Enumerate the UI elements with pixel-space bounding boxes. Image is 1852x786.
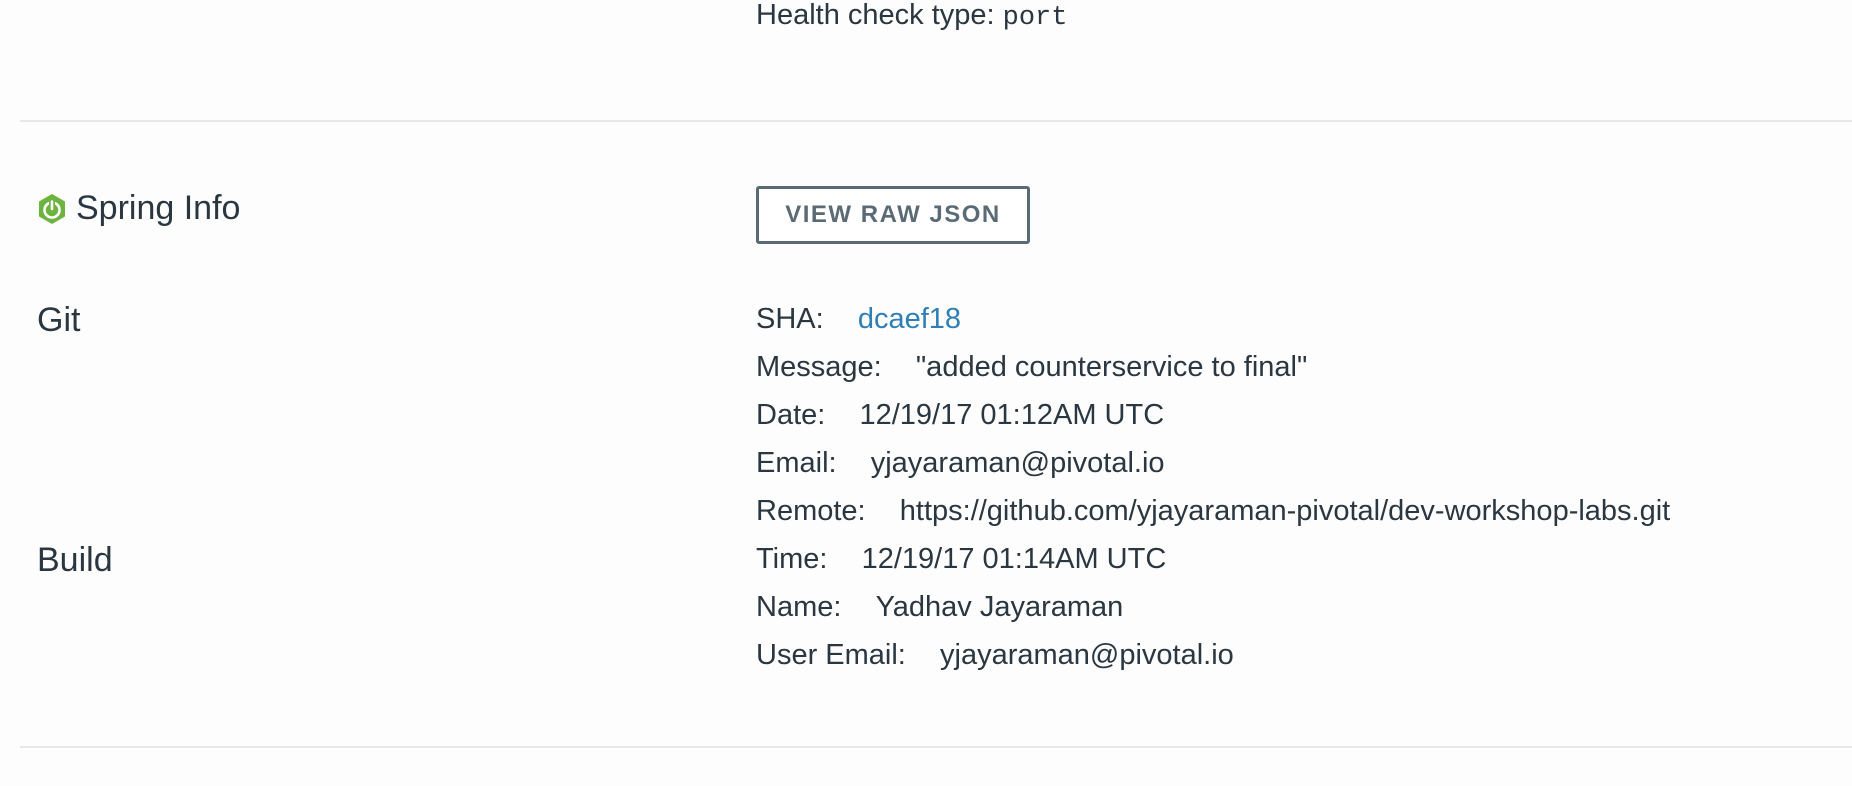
build-name-row: Name: Yadhav Jayaraman <box>756 589 1123 625</box>
git-sha-row: SHA: dcaef18 <box>756 301 961 337</box>
git-remote-value: https://github.com/yjayaraman-pivotal/de… <box>899 495 1671 527</box>
health-check-label: Health check type: <box>756 0 995 31</box>
git-email-value: yjayaraman@pivotal.io <box>870 447 1165 479</box>
health-check-value: port <box>1002 3 1068 33</box>
build-user-email-value: yjayaraman@pivotal.io <box>940 639 1234 671</box>
git-remote-row: Remote: https://github.com/yjayaraman-pi… <box>756 493 1670 529</box>
spring-power-icon <box>39 194 65 224</box>
section-divider-bottom <box>20 746 1852 748</box>
build-time-row: Time: 12/19/17 01:14AM UTC <box>756 541 1166 577</box>
git-sha-label: SHA: <box>756 303 824 335</box>
git-message-label: Message: <box>756 351 882 383</box>
section-divider-top <box>20 120 1852 122</box>
spring-info-title: Spring Info <box>76 189 241 227</box>
build-time-label: Time: <box>756 543 828 575</box>
build-user-email-row: User Email: yjayaraman@pivotal.io <box>756 637 1234 673</box>
build-time-value: 12/19/17 01:14AM UTC <box>861 543 1167 575</box>
git-email-label: Email: <box>756 447 837 479</box>
git-section-title: Git <box>37 301 81 339</box>
git-remote-label: Remote: <box>756 495 866 527</box>
build-name-label: Name: <box>756 591 842 623</box>
build-user-email-label: User Email: <box>756 639 906 671</box>
git-email-row: Email: yjayaraman@pivotal.io <box>756 445 1165 481</box>
git-message-value: "added counterservice to final" <box>915 351 1308 383</box>
build-name-value: Yadhav Jayaraman <box>875 591 1124 623</box>
git-sha-link[interactable]: dcaef18 <box>858 303 961 335</box>
git-date-row: Date: 12/19/17 01:12AM UTC <box>756 397 1164 433</box>
git-message-row: Message: "added counterservice to final" <box>756 349 1307 385</box>
view-raw-json-button[interactable]: VIEW RAW JSON <box>756 186 1030 244</box>
git-date-value: 12/19/17 01:12AM UTC <box>859 399 1165 431</box>
build-section-title: Build <box>37 541 113 579</box>
git-date-label: Date: <box>756 399 826 431</box>
health-check-row: Health check type: port <box>756 0 1067 36</box>
